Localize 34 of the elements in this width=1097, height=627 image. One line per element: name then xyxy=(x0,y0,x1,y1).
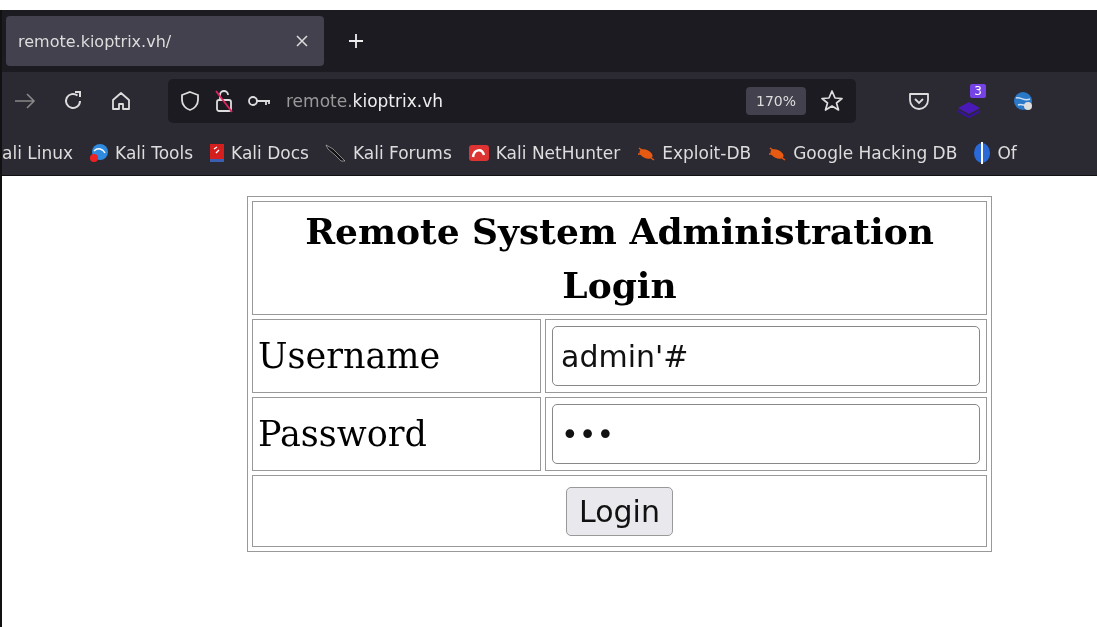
bookmark-item[interactable]: Kali NetHunter xyxy=(467,142,621,163)
shield-icon[interactable] xyxy=(180,90,200,112)
bookmark-item[interactable]: Of xyxy=(973,140,1017,165)
browser-tab[interactable]: remote.kioptrix.vh/ xyxy=(6,16,324,66)
close-icon[interactable] xyxy=(296,35,308,47)
username-field[interactable]: admin'# xyxy=(552,326,980,386)
password-field[interactable]: ••• xyxy=(552,404,980,464)
notification-badge: 3 xyxy=(970,84,986,98)
bookmark-item[interactable]: Exploit-DB xyxy=(636,142,752,163)
login-button[interactable]: Login xyxy=(566,486,673,536)
login-title: Remote System Administration Login xyxy=(252,201,987,315)
reload-icon[interactable] xyxy=(62,90,84,112)
extension-button[interactable]: 3 xyxy=(956,84,986,118)
globe-icon[interactable] xyxy=(1012,90,1034,112)
insecure-lock-icon[interactable] xyxy=(214,89,234,113)
new-tab-icon[interactable] xyxy=(348,33,364,49)
field-label: Username xyxy=(252,319,541,393)
address-bar[interactable]: remote.kioptrix.vh 170% xyxy=(168,79,856,123)
home-icon[interactable] xyxy=(110,90,132,112)
key-icon[interactable] xyxy=(248,94,272,108)
zoom-level-button[interactable]: 170% xyxy=(745,87,806,115)
bookmark-item[interactable]: ali Linux xyxy=(2,142,74,163)
bug-icon xyxy=(767,144,788,161)
bookmark-item[interactable]: Kali Forums xyxy=(324,142,452,163)
pocket-icon[interactable] xyxy=(908,91,930,111)
bug-icon xyxy=(636,144,657,161)
url-text[interactable]: remote.kioptrix.vh xyxy=(286,91,732,111)
bookmark-item[interactable]: Kali Docs xyxy=(209,142,309,163)
bookmark-star-icon[interactable] xyxy=(820,89,844,113)
bookmark-item[interactable]: Kali Tools xyxy=(89,142,194,163)
bookmark-item[interactable]: Google Hacking DB xyxy=(767,142,958,163)
forward-arrow-icon[interactable] xyxy=(14,93,36,109)
book-icon xyxy=(209,142,226,163)
field-label: Password xyxy=(252,397,541,471)
